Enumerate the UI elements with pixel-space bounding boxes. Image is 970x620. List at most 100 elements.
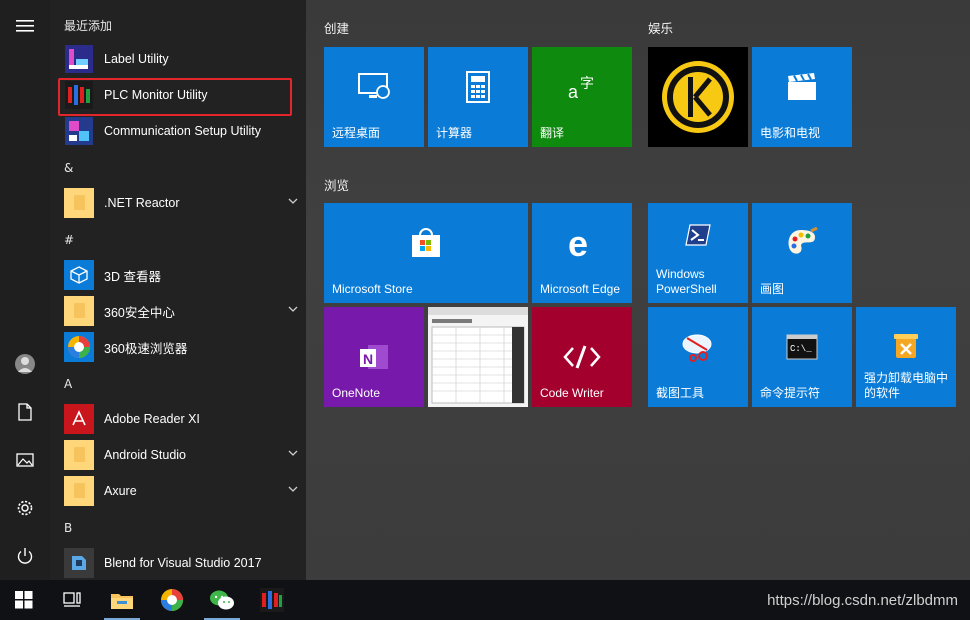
section-header-recent: 最近添加	[64, 19, 113, 33]
tile-microsoft-edge[interactable]: e Microsoft Edge	[532, 203, 632, 303]
tile-command-prompt[interactable]: C:\_ 命令提示符	[752, 307, 852, 407]
blend-icon	[64, 548, 94, 578]
settings-button[interactable]	[0, 484, 50, 532]
tile-code-writer[interactable]: Code Writer	[532, 307, 632, 407]
hamburger-menu-button[interactable]	[0, 2, 50, 50]
360-browser-icon	[161, 589, 183, 611]
tile-label: 强力卸载电脑中的软件	[864, 371, 949, 400]
app-item-communication-setup-utility[interactable]: Communication Setup Utility	[50, 113, 306, 149]
360-browser-icon	[64, 332, 94, 362]
tile-label: 画图	[760, 282, 785, 296]
tile-label: 计算器	[436, 126, 473, 140]
tile-label: OneNote	[332, 386, 381, 400]
paint-icon	[788, 227, 818, 254]
hamburger-icon	[16, 20, 34, 32]
wechat-icon	[210, 590, 234, 610]
folder-icon	[64, 296, 94, 326]
tile-label: Windows PowerShell	[656, 267, 717, 296]
svg-text:字: 字	[580, 76, 594, 92]
app-item-blend[interactable]: Blend for Visual Studio 2017	[50, 545, 306, 580]
group-title-create: 创建	[324, 21, 350, 36]
folder-icon	[64, 476, 94, 506]
section-header-a: A	[64, 377, 73, 391]
taskbar-file-explorer[interactable]	[98, 580, 146, 620]
taskbar-plc-monitor[interactable]	[248, 580, 296, 620]
user-account-button[interactable]	[0, 340, 50, 388]
tile-calculator[interactable]: 计算器	[428, 47, 528, 147]
tile-windows-powershell[interactable]: Windows PowerShell	[648, 203, 748, 303]
chevron-down-icon[interactable]	[288, 449, 298, 457]
section-header-hash: #	[64, 233, 75, 247]
document-icon	[18, 403, 32, 421]
app-item-axure[interactable]: Axure	[50, 473, 306, 509]
app-item-360-browser[interactable]: 360极速浏览器	[50, 329, 306, 365]
picture-icon	[16, 453, 34, 467]
start-rail	[0, 0, 50, 580]
code-writer-icon	[563, 345, 601, 369]
tile-movies-tv[interactable]: 电影和电视	[752, 47, 852, 147]
tile-label: Code Writer	[540, 386, 604, 400]
plc-monitor-icon	[260, 588, 284, 612]
group-title-browse: 浏览	[324, 178, 350, 193]
adobe-reader-icon	[64, 404, 94, 434]
task-view-icon	[63, 592, 81, 607]
section-header-b: B	[64, 521, 73, 535]
onenote-icon: N	[360, 345, 388, 369]
task-view-button[interactable]	[48, 580, 96, 620]
chevron-down-icon[interactable]	[288, 305, 298, 313]
calculator-icon	[466, 71, 490, 103]
app-list: 最近添加 Label Utility PLC Monitor Utility C…	[50, 0, 306, 580]
svg-text:C:\_: C:\_	[790, 344, 812, 354]
svg-text:e: e	[568, 227, 588, 259]
snipping-tool-icon	[682, 334, 712, 362]
tile-label: 截图工具	[656, 386, 705, 400]
tile-translate[interactable]: a 字 翻译	[532, 47, 632, 147]
power-button[interactable]	[0, 532, 50, 580]
app-label: Label Utility	[104, 52, 169, 66]
chevron-down-icon[interactable]	[288, 485, 298, 493]
tile-snipping-tool[interactable]: 截图工具	[648, 307, 748, 407]
group-title-entertainment: 娱乐	[648, 21, 674, 36]
start-button[interactable]	[0, 580, 48, 620]
power-icon	[17, 548, 33, 564]
tile-label: 远程桌面	[332, 126, 381, 140]
3d-viewer-icon	[64, 260, 94, 290]
cmd-icon: C:\_	[786, 334, 818, 360]
translate-icon: a 字	[568, 76, 594, 102]
edge-icon: e	[568, 227, 588, 259]
app-item-net-reactor[interactable]: .NET Reactor	[50, 185, 306, 221]
app-label: .NET Reactor	[104, 196, 180, 210]
pictures-button[interactable]	[0, 436, 50, 484]
app-label: 360安全中心	[104, 305, 175, 320]
app-item-adobe-reader[interactable]: Adobe Reader XI	[50, 401, 306, 437]
app-label: Adobe Reader XI	[104, 412, 200, 426]
communication-setup-icon	[64, 116, 94, 146]
taskbar-360-browser[interactable]	[148, 580, 196, 620]
documents-button[interactable]	[0, 388, 50, 436]
app-item-label-utility[interactable]: Label Utility	[50, 41, 306, 77]
app-label: Blend for Visual Studio 2017	[104, 556, 262, 570]
tile-onenote[interactable]: N OneNote	[324, 307, 424, 407]
app-item-3d-viewer[interactable]: 3D 查看器	[50, 257, 306, 293]
chevron-down-icon[interactable]	[288, 197, 298, 205]
tile-label: 命令提示符	[760, 386, 821, 400]
app-label: Android Studio	[104, 448, 187, 462]
tiles-area: 创建 娱乐 浏览 远程桌面 计算器 a 字 翻译 电影和电视 Microsoft…	[306, 0, 970, 580]
app-item-android-studio[interactable]: Android Studio	[50, 437, 306, 473]
taskbar-wechat[interactable]	[198, 580, 246, 620]
app-label: Axure	[104, 484, 137, 498]
tile-paint[interactable]: 画图	[752, 203, 852, 303]
file-explorer-icon	[111, 594, 133, 609]
avatar-icon	[15, 354, 35, 374]
tile-microsoft-store[interactable]: Microsoft Store	[324, 203, 528, 303]
label-utility-icon	[64, 44, 94, 74]
tile-uninstaller[interactable]: 强力卸载电脑中的软件	[856, 307, 956, 407]
watermark-text: https://blog.csdn.net/zlbdmm	[767, 592, 958, 609]
app-item-360-security[interactable]: 360安全中心	[50, 293, 306, 329]
powershell-icon	[685, 224, 711, 246]
tile-label: 翻译	[540, 126, 565, 140]
section-header-amp: &	[64, 161, 74, 175]
tile-keeper[interactable]	[648, 47, 748, 147]
tile-remote-desktop[interactable]: 远程桌面	[324, 47, 424, 147]
tile-spreadsheet-thumbnail[interactable]	[428, 307, 528, 407]
